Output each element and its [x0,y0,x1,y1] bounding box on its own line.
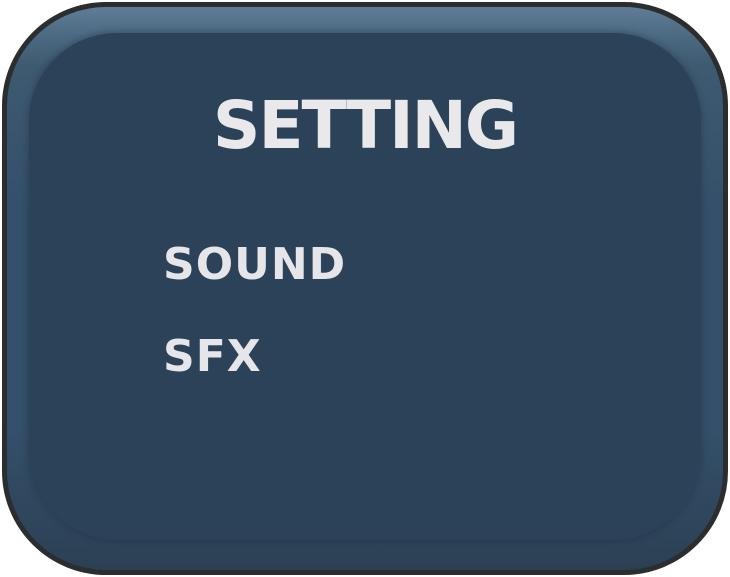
settings-panel: SETTING SOUND SFX [2,2,728,575]
settings-title: SETTING [212,87,519,164]
sound-option[interactable]: SOUND [163,243,346,287]
sfx-option[interactable]: SFX [163,335,262,379]
